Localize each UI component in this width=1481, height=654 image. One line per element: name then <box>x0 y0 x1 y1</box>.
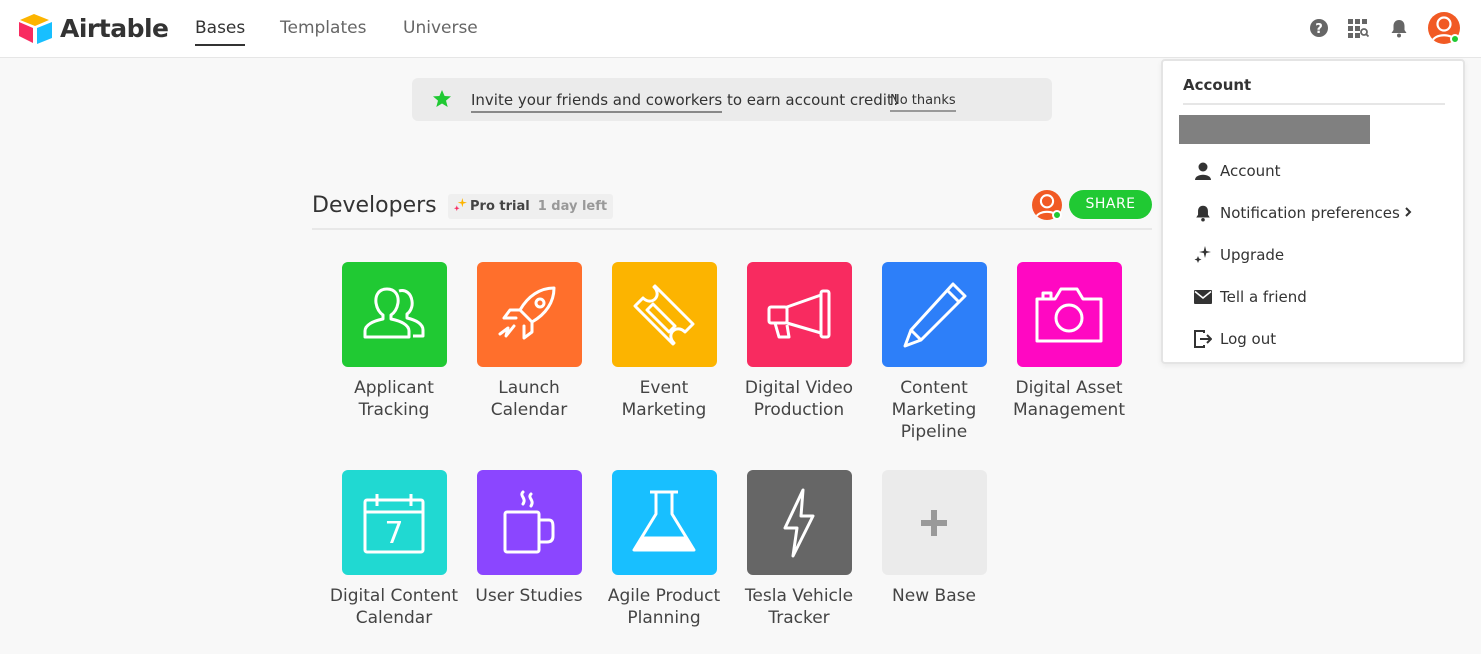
base-tile[interactable] <box>611 470 717 575</box>
svg-text:7: 7 <box>384 516 403 551</box>
base-name: Applicant Tracking <box>354 378 434 420</box>
lightning-icon <box>783 488 815 557</box>
menu-item-upgrade[interactable]: Upgrade <box>1193 242 1284 268</box>
trial-remaining: 1 day left <box>537 199 608 214</box>
apps-grid-icon[interactable] <box>1347 17 1369 39</box>
base-tile[interactable] <box>881 262 987 367</box>
pro-trial-label: Pro trial <box>470 199 530 214</box>
base-user-studies[interactable]: User Studies <box>461 470 597 607</box>
camera-icon <box>1035 287 1103 342</box>
logo-text: Airtable <box>60 13 169 43</box>
base-tile[interactable]: 7 <box>341 470 447 575</box>
menu-item-label: Tell a friend <box>1220 288 1307 306</box>
base-agile-product-planning[interactable]: Agile Product Planning <box>596 470 732 629</box>
base-tile[interactable] <box>746 262 852 367</box>
calendar-icon: 7 <box>363 493 425 553</box>
base-tile[interactable] <box>476 262 582 367</box>
bell-icon[interactable] <box>1388 17 1410 39</box>
base-applicant-tracking[interactable]: Applicant Tracking <box>326 262 462 421</box>
tab-templates[interactable]: Templates <box>280 18 366 38</box>
menu-item-label: Account <box>1220 162 1281 180</box>
base-tile[interactable] <box>746 470 852 575</box>
menu-divider <box>1183 103 1445 105</box>
help-icon[interactable]: ? <box>1308 17 1330 39</box>
flask-icon <box>632 490 696 551</box>
workspace-divider <box>312 228 1152 230</box>
base-event-marketing[interactable]: Event Marketing <box>596 262 732 421</box>
invite-banner: Invite your friends and coworkers to ear… <box>412 78 1052 121</box>
base-tile[interactable] <box>1016 262 1122 367</box>
chevron-right-icon <box>1404 204 1412 222</box>
star-icon <box>432 89 452 113</box>
base-content-marketing-pipeline[interactable]: Content Marketing Pipeline <box>866 262 1002 443</box>
base-tile[interactable] <box>341 262 447 367</box>
base-digital-video-production[interactable]: Digital Video Production <box>731 262 867 421</box>
workspace-title[interactable]: Developers <box>312 193 437 218</box>
base-tesla-vehicle-tracker[interactable]: Tesla Vehicle Tracker <box>731 470 867 629</box>
account-menu-header: Account <box>1183 76 1252 94</box>
base-name: Digital Asset Management <box>1013 378 1125 420</box>
base-name: New Base <box>892 586 976 606</box>
invite-link[interactable]: Invite your friends and coworkers <box>471 91 723 113</box>
pencil-icon <box>903 282 967 347</box>
menu-item-label: Notification preferences <box>1220 204 1400 222</box>
redacted-user-info <box>1179 115 1370 144</box>
base-name: Digital Video Production <box>744 378 854 420</box>
person-icon <box>1193 162 1213 180</box>
menu-item-label: Log out <box>1220 330 1277 348</box>
collaborator-online-dot <box>1052 210 1062 220</box>
svg-text:?: ? <box>1315 22 1323 37</box>
base-name: User Studies <box>475 586 583 606</box>
base-name: Tesla Vehicle Tracker <box>744 586 854 628</box>
sparkle-icon <box>1193 246 1213 264</box>
mug-icon <box>503 490 555 553</box>
bell-icon <box>1193 204 1213 222</box>
base-name: Launch Calendar <box>490 378 568 420</box>
base-digital-content-calendar[interactable]: 7 Digital Content Calendar <box>326 470 462 629</box>
base-tile[interactable] <box>611 262 717 367</box>
new-base-button[interactable]: New Base <box>866 470 1002 607</box>
menu-item-tell-a-friend[interactable]: Tell a friend <box>1193 284 1307 310</box>
tab-bases[interactable]: Bases <box>195 18 246 46</box>
airtable-logo-icon <box>19 14 52 44</box>
menu-item-label: Upgrade <box>1220 246 1285 264</box>
airtable-logo[interactable]: Airtable <box>18 12 169 44</box>
users-icon <box>363 287 425 338</box>
base-tile[interactable] <box>881 470 987 575</box>
menu-item-account[interactable]: Account <box>1193 158 1281 184</box>
pro-trial-badge[interactable]: Pro trial 1 day left <box>448 194 614 219</box>
base-digital-asset-management[interactable]: Digital Asset Management <box>1001 262 1137 421</box>
invite-rest-text: to earn account credit! <box>722 91 899 109</box>
base-launch-calendar[interactable]: Launch Calendar <box>461 262 597 421</box>
online-status-dot <box>1450 34 1460 44</box>
no-thanks-button[interactable]: No thanks <box>890 93 956 112</box>
menu-item-notification-preferences[interactable]: Notification preferences <box>1193 200 1412 226</box>
logout-icon <box>1193 330 1213 348</box>
base-name: Agile Product Planning <box>607 586 721 628</box>
envelope-icon <box>1193 290 1213 304</box>
base-tile[interactable] <box>476 470 582 575</box>
base-name: Content Marketing Pipeline <box>891 378 977 442</box>
menu-item-log-out[interactable]: Log out <box>1193 326 1276 352</box>
base-name: Digital Content Calendar <box>329 586 459 628</box>
share-button[interactable]: SHARE <box>1069 190 1152 219</box>
base-name: Event Marketing <box>621 378 707 420</box>
ticket-icon <box>633 284 695 345</box>
megaphone-icon <box>767 289 831 338</box>
invite-text: Invite your friends and coworkers to ear… <box>471 91 899 113</box>
top-bar: Airtable Bases Templates Universe ? <box>0 0 1481 58</box>
rocket-icon <box>498 286 556 339</box>
account-dropdown: Account Account Notification preferences… <box>1161 59 1465 364</box>
plus-icon <box>921 509 947 536</box>
tab-universe[interactable]: Universe <box>403 18 478 38</box>
sparkle-icon <box>454 198 467 211</box>
